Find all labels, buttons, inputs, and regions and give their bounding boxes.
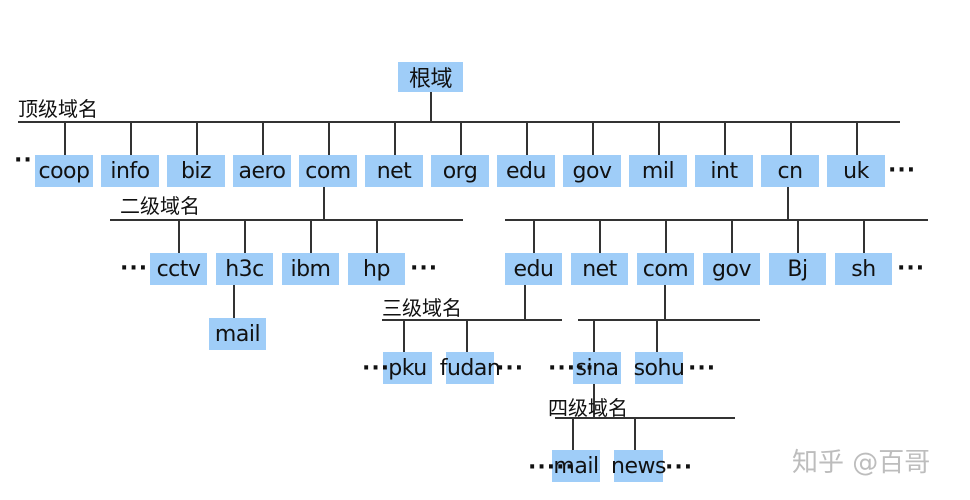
connector-line <box>658 121 660 155</box>
dns-hierarchy-diagram: 根域 顶级域名 coop info biz aero com net org edu gov mil i… <box>0 0 970 500</box>
node-cn-edu: edu <box>505 253 562 285</box>
node-sohu: sohu <box>634 352 685 384</box>
node-hp: hp <box>348 253 405 285</box>
connector-line <box>460 121 462 155</box>
connector-line <box>593 319 595 352</box>
connector-line <box>233 285 235 318</box>
node-cn-gov: gov <box>703 253 760 285</box>
ellipsis: ··· <box>120 256 149 281</box>
connector-line <box>664 285 666 319</box>
connector-line <box>578 319 760 321</box>
ellipsis: ··· <box>665 455 694 480</box>
connector-line <box>18 121 900 123</box>
node-fudan: fudan <box>440 352 501 384</box>
node-mail-h3c: mail <box>209 318 266 350</box>
node-pku: pku <box>383 352 432 384</box>
root-node: 根域 <box>398 62 463 92</box>
connector-line <box>863 219 865 253</box>
ellipsis: ·· <box>14 148 33 173</box>
ellipsis: ··· <box>688 356 717 381</box>
connector-line <box>244 219 246 253</box>
node-aero: aero <box>233 155 291 187</box>
node-cn-bj: Bj <box>769 253 826 285</box>
connector-line <box>797 219 799 253</box>
ellipsis: ··· <box>362 356 391 381</box>
connector-line <box>526 121 528 155</box>
node-ibm: ibm <box>282 253 339 285</box>
connector-line <box>328 121 330 155</box>
connector-line <box>466 319 468 352</box>
node-info: info <box>101 155 159 187</box>
node-coop: coop <box>35 155 93 187</box>
node-cn-sh: sh <box>835 253 892 285</box>
ellipsis: ····· <box>548 356 595 381</box>
ellipsis: ··· <box>888 158 917 183</box>
node-cn-net: net <box>571 253 628 285</box>
ellipsis: ··· <box>897 256 926 281</box>
connector-line <box>310 219 312 253</box>
node-h3c: h3c <box>216 253 273 285</box>
connector-line <box>64 121 66 155</box>
node-net: net <box>365 155 423 187</box>
connector-line <box>856 121 858 155</box>
connector-line <box>724 121 726 155</box>
connector-line <box>110 219 463 221</box>
level-label-second: 二级域名 <box>120 194 200 218</box>
connector-line <box>262 121 264 155</box>
connector-line <box>665 219 667 253</box>
connector-line <box>731 219 733 253</box>
connector-line <box>430 92 432 121</box>
connector-line <box>376 219 378 253</box>
connector-line <box>524 285 526 319</box>
connector-line <box>130 121 132 155</box>
node-news-sina: news <box>611 450 666 482</box>
connector-line <box>572 417 574 450</box>
node-edu: edu <box>497 155 555 187</box>
connector-line <box>592 121 594 155</box>
level-label-fourth: 四级域名 <box>548 396 628 420</box>
connector-line <box>656 319 658 352</box>
node-org: org <box>431 155 489 187</box>
node-biz: biz <box>167 155 225 187</box>
connector-line <box>787 187 789 219</box>
connector-line <box>505 219 928 221</box>
node-mil: mil <box>629 155 687 187</box>
ellipsis: ··· <box>496 356 525 381</box>
ellipsis: ····· <box>528 455 575 480</box>
connector-line <box>196 121 198 155</box>
connector-line <box>178 219 180 253</box>
node-int: int <box>695 155 753 187</box>
node-uk: uk <box>827 155 885 187</box>
node-cctv: cctv <box>150 253 207 285</box>
node-cn-com: com <box>637 253 694 285</box>
level-label-top: 顶级域名 <box>18 97 98 121</box>
connector-line <box>323 187 325 219</box>
connector-line <box>403 319 405 352</box>
connector-line <box>533 219 535 253</box>
connector-line <box>394 121 396 155</box>
node-gov: gov <box>563 155 621 187</box>
connector-line <box>599 219 601 253</box>
connector-line <box>790 121 792 155</box>
watermark: 知乎 @百哥 <box>792 448 931 478</box>
ellipsis: ··· <box>410 256 439 281</box>
node-com: com <box>299 155 357 187</box>
connector-line <box>634 417 636 450</box>
node-cn: cn <box>761 155 819 187</box>
level-label-third: 三级域名 <box>382 296 462 320</box>
